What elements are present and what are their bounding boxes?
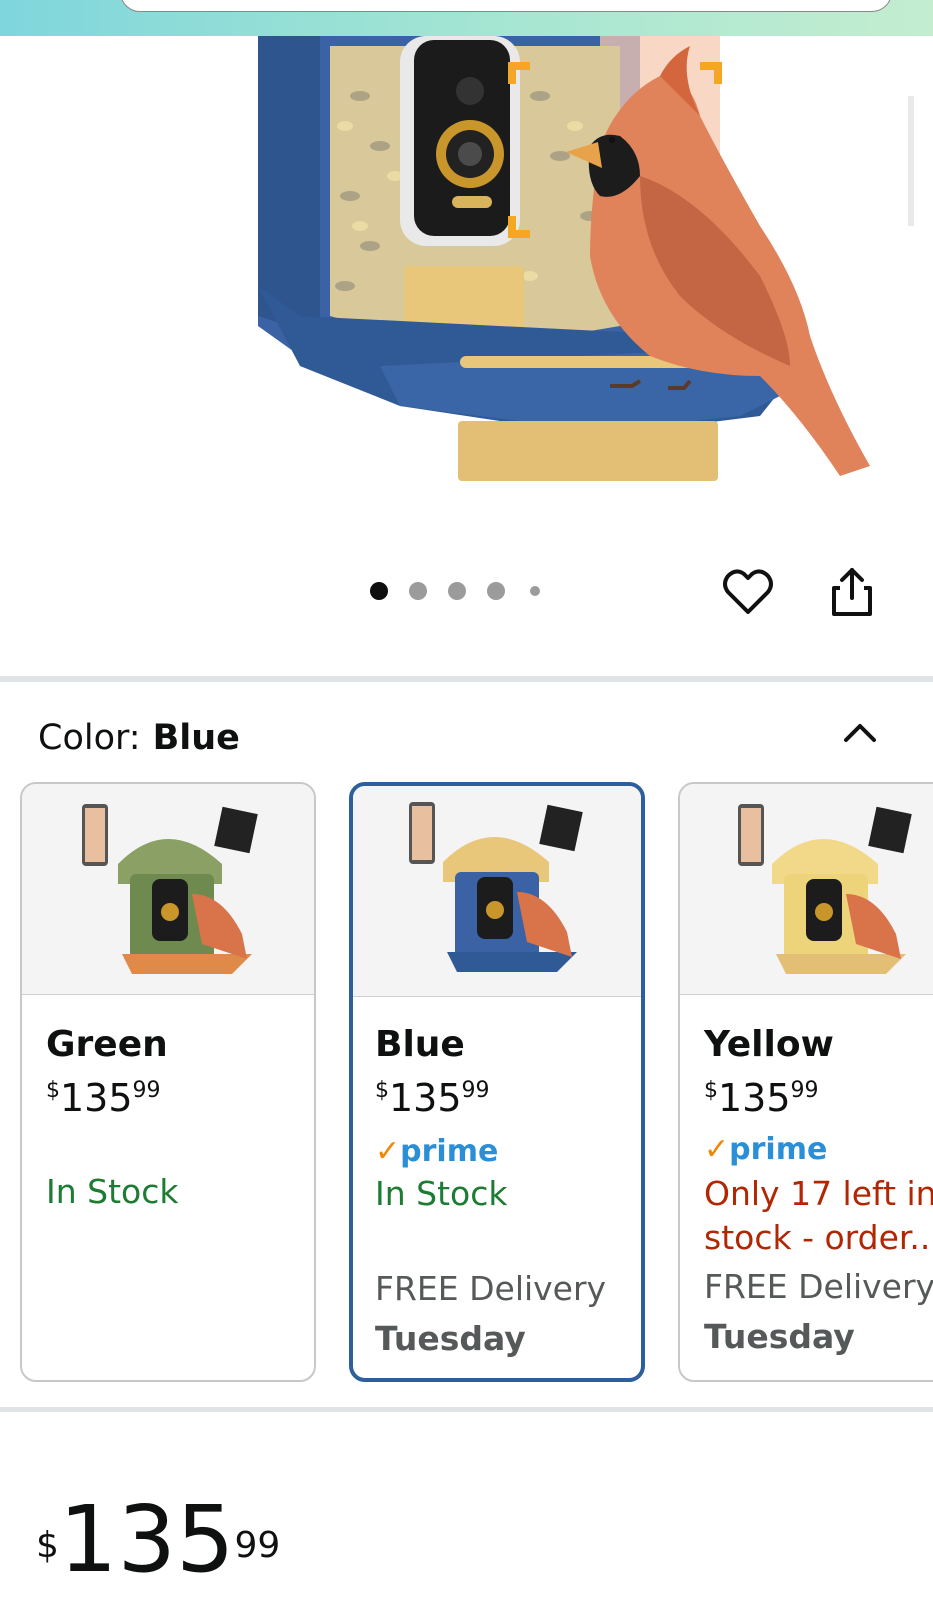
search-input[interactable] [120,0,892,12]
stock-status: In Stock [46,1172,179,1211]
stock-status: In Stock [375,1174,508,1213]
delivery-info: FREE Delivery Tuesday [375,1269,607,1358]
option-thumbnail [22,784,314,995]
search-bar-area [0,0,933,36]
option-thumbnail [353,786,641,997]
option-price: $13599 [46,1076,161,1120]
option-name: Green [46,1024,168,1065]
heart-icon[interactable] [720,564,776,620]
option-name: Blue [375,1024,465,1065]
carousel-dot[interactable] [409,582,427,600]
option-thumbnail [680,784,933,995]
color-option-blue[interactable]: Blue $13599 ✓prime In Stock FREE Deliver… [349,782,645,1382]
option-price: $13599 [375,1076,490,1120]
prime-check-icon: ✓ [375,1134,401,1169]
color-option-green[interactable]: Green $13599 In Stock [20,782,316,1382]
product-price: $13599 [36,1486,281,1593]
chevron-up-icon[interactable] [840,712,880,752]
share-icon[interactable] [824,564,880,620]
product-image[interactable] [0,36,933,556]
bird-feeder-image [258,36,914,481]
color-option-yellow[interactable]: Yellow $13599 ✓prime Only 17 left in sto… [678,782,933,1382]
stock-status: Only 17 left in stock - order... [704,1174,933,1257]
section-divider [0,676,933,682]
delivery-info: FREE Delivery Tuesday [704,1267,933,1356]
selected-color: Blue [152,718,240,758]
carousel-dot[interactable] [448,582,466,600]
prime-badge: ✓prime [375,1134,499,1169]
carousel-dot[interactable] [487,582,505,600]
prime-check-icon: ✓ [704,1132,730,1167]
carousel-dot[interactable] [370,582,388,600]
color-selector-heading: Color: Blue [38,718,240,758]
option-name: Yellow [704,1024,834,1065]
prime-badge: ✓prime [704,1132,828,1167]
carousel-dots[interactable] [0,582,933,602]
option-price: $13599 [704,1076,819,1120]
color-label: Color: [38,718,141,758]
carousel-dot[interactable] [530,586,540,596]
section-divider [0,1407,933,1412]
